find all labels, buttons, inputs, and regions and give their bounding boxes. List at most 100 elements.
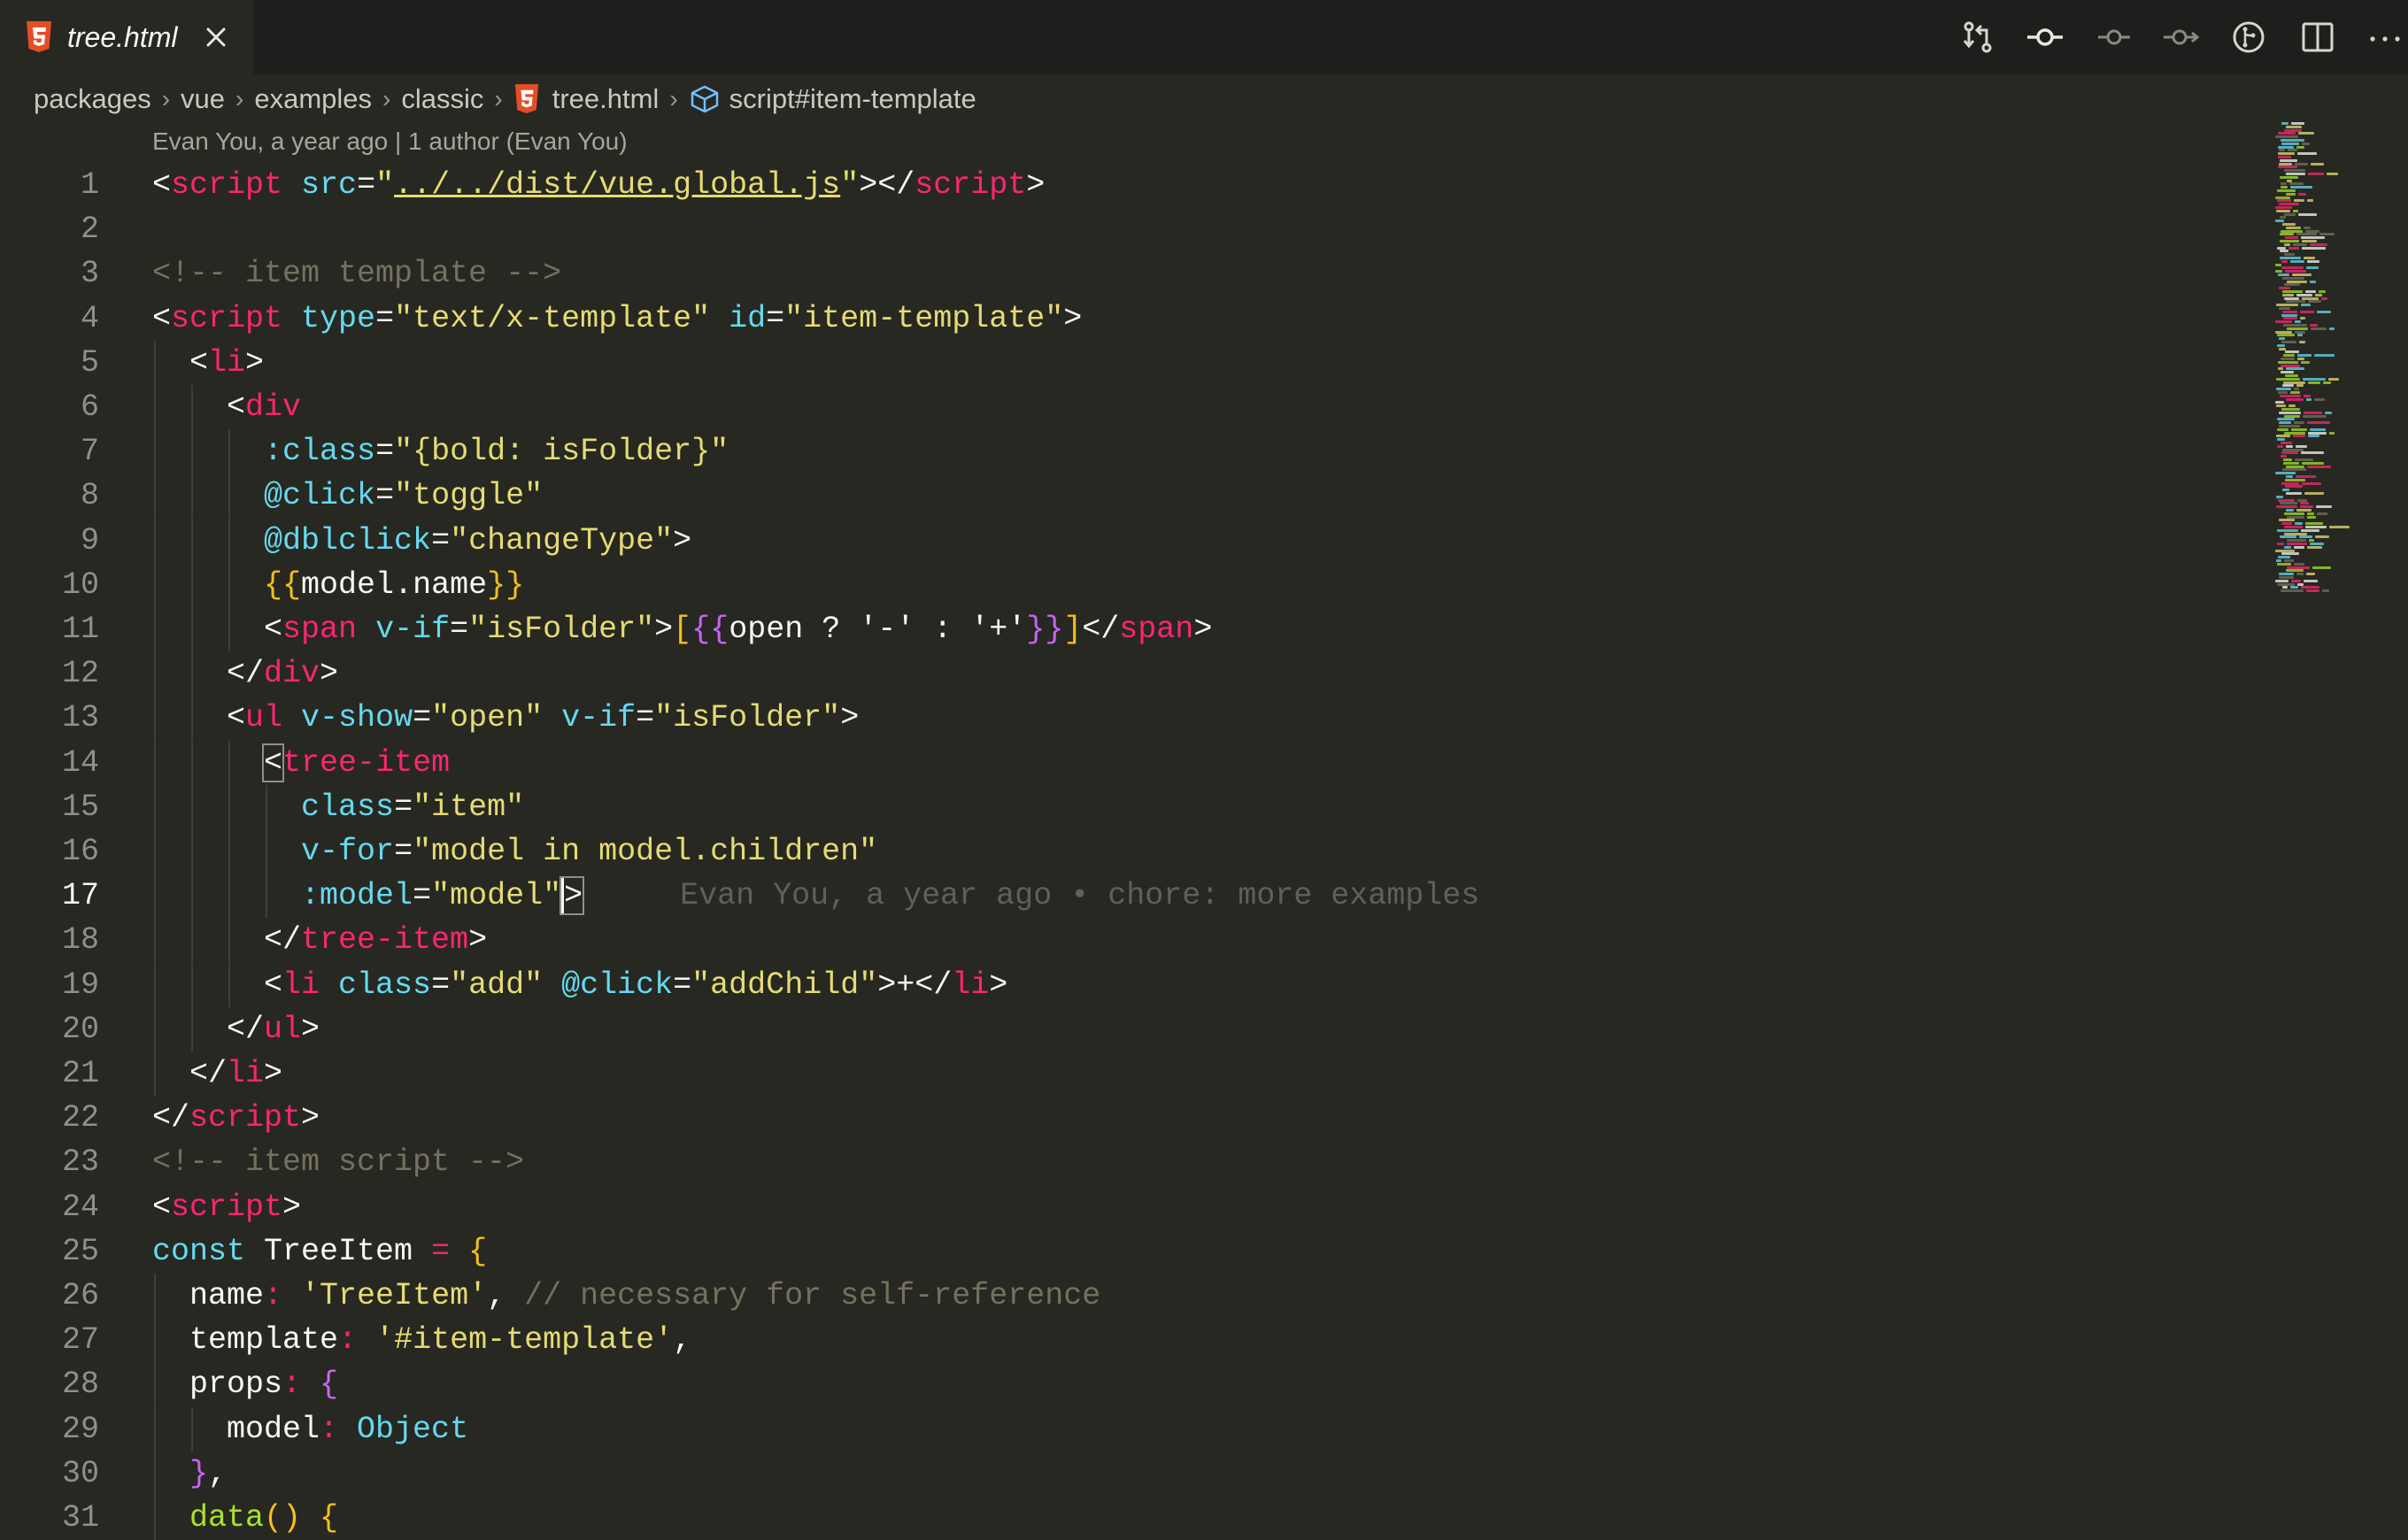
line-number: 1: [80, 167, 99, 203]
minimap-row: [2281, 455, 2287, 458]
code-line[interactable]: 3 <!-- item template -->: [0, 251, 2266, 296]
minimap-row: [2277, 246, 2286, 250]
minimap-row: [2286, 509, 2294, 512]
minimap-row: [2278, 145, 2294, 149]
code-token: >+</: [877, 966, 953, 1003]
code-line[interactable]: 12 </div>: [0, 651, 2266, 697]
code-line[interactable]: 9 @dblclick="changeType">: [0, 518, 2266, 563]
breadcrumb-vue[interactable]: vue: [181, 83, 225, 115]
code-line[interactable]: 15 class="item": [0, 784, 2266, 829]
code-line[interactable]: 8 @click="toggle": [0, 474, 2266, 519]
code-editor[interactable]: Evan You, a year ago | 1 author (Evan Yo…: [0, 120, 2266, 1540]
next-change-icon[interactable]: [2160, 16, 2203, 58]
code-line[interactable]: 6 <div: [0, 385, 2266, 429]
code-token: =: [431, 966, 451, 1003]
open-changes-icon[interactable]: [1956, 16, 1999, 58]
code-text: </div>: [152, 651, 338, 696]
breadcrumb-symbol[interactable]: script#item-template: [729, 83, 976, 115]
minimap-row: [2281, 186, 2288, 189]
minimap-row: [2283, 317, 2297, 320]
minimap-row: [2298, 132, 2314, 135]
code-token: </: [152, 1056, 228, 1091]
minimap-row: [2281, 442, 2292, 444]
minimap-row: [2298, 192, 2306, 196]
code-line[interactable]: 4 <script type="text/x-template" id="item…: [0, 296, 2266, 341]
code-line[interactable]: 27 template: '#item-template',: [0, 1318, 2266, 1363]
code-line[interactable]: 18 </tree-item>: [0, 918, 2266, 963]
more-actions-icon[interactable]: [2364, 16, 2406, 58]
code-token: =: [394, 789, 413, 825]
minimap-row: [2281, 589, 2304, 593]
code-token: =: [766, 300, 785, 336]
code-line[interactable]: 21 </li>: [0, 1051, 2266, 1096]
minimap-row: [2319, 233, 2335, 236]
code-line[interactable]: 11 <span v-if="isFolder">[{{open ? '-' :…: [0, 607, 2266, 651]
minimap-row: [2275, 196, 2290, 199]
code-line[interactable]: 19 <li class="add" @click="addChild">+</…: [0, 962, 2266, 1007]
code-line[interactable]: 17 :model="model"> Evan You, a year ago •…: [0, 874, 2266, 919]
code-line[interactable]: 30 },: [0, 1451, 2266, 1496]
line-number: 5: [80, 344, 99, 381]
minimap-row: [2277, 444, 2283, 448]
minimap-row: [2311, 162, 2324, 166]
code-token: div: [245, 389, 302, 425]
breadcrumb-file[interactable]: tree.html: [552, 83, 660, 115]
minimap-row: [2286, 397, 2304, 401]
code-line[interactable]: 26 name: 'TreeItem', // necessary for se…: [0, 1274, 2266, 1318]
code-line[interactable]: 29 model: Object: [0, 1406, 2266, 1451]
code-line[interactable]: 28 props: {: [0, 1362, 2266, 1407]
code-line[interactable]: 5 <li>: [0, 340, 2266, 385]
code-line[interactable]: 25 const TreeItem = {: [0, 1229, 2266, 1274]
code-line[interactable]: 2: [0, 207, 2266, 251]
code-line[interactable]: 23 <!-- item script -->: [0, 1140, 2266, 1184]
minimap-row: [2290, 186, 2312, 189]
code-line[interactable]: 16 v-for="model in model.children": [0, 829, 2266, 874]
code-text: <!-- item template -->: [152, 251, 561, 296]
code-line[interactable]: 20 </ul>: [0, 1006, 2266, 1051]
minimap-row: [2277, 418, 2295, 421]
code-token: =: [450, 612, 469, 647]
code-line[interactable]: 14 <tree-item: [0, 740, 2266, 785]
minimap-row: [2277, 189, 2296, 192]
code-line[interactable]: 31 data() {: [0, 1496, 2266, 1540]
code-token: script: [171, 167, 302, 203]
code-token: script: [189, 1100, 302, 1136]
split-editor-icon[interactable]: [2296, 16, 2339, 58]
line-number: 22: [61, 1100, 99, 1136]
minimap-row: [2284, 283, 2300, 287]
previous-change-icon[interactable]: [2093, 16, 2135, 58]
git-commit-icon[interactable]: [2024, 16, 2066, 58]
minimap-row: [2308, 431, 2327, 435]
code-line[interactable]: 13 <ul v-show="open" v-if="isFolder">: [0, 696, 2266, 741]
code-text: <tree-item: [152, 741, 450, 785]
breadcrumb-packages[interactable]: packages: [34, 83, 151, 115]
inline-blame: Evan You, a year ago • chore: more examp…: [680, 878, 1480, 914]
code-token: ul: [264, 1011, 302, 1047]
minimap-row: [2308, 435, 2319, 438]
line-number: 29: [61, 1411, 99, 1447]
breadcrumb-examples[interactable]: examples: [254, 83, 372, 115]
line-number: 10: [61, 566, 99, 603]
tab-tree-html[interactable]: tree.html: [0, 0, 253, 74]
git-blame-icon[interactable]: [2227, 16, 2270, 58]
code-token: <: [152, 167, 172, 203]
code-token: :class: [264, 434, 376, 470]
code-line[interactable]: 24 <script>: [0, 1185, 2266, 1229]
code-token: }}: [1026, 612, 1064, 647]
minimap[interactable]: [2266, 120, 2408, 598]
breadcrumb-classic[interactable]: classic: [401, 83, 483, 115]
code-line[interactable]: 22 </script>: [0, 1096, 2266, 1140]
code-line[interactable]: 7 :class="{bold: isFolder}": [0, 429, 2266, 474]
minimap-row: [2279, 337, 2285, 341]
close-icon[interactable]: [202, 23, 230, 51]
codelens-authors[interactable]: Evan You, a year ago | 1 author (Evan Yo…: [152, 127, 628, 156]
code-token: ../../dist/vue.global.js: [394, 167, 841, 203]
code-token: props: [152, 1367, 283, 1403]
code-line[interactable]: 10 {{model.name}}: [0, 562, 2266, 607]
minimap-row: [2281, 313, 2297, 317]
minimap-row: [2279, 162, 2292, 166]
code-token: {{: [691, 612, 729, 647]
code-line[interactable]: 1 <script src="../../dist/vue.global.js">…: [0, 163, 2266, 207]
code-token: >: [673, 522, 692, 558]
minimap-row: [2277, 334, 2295, 337]
